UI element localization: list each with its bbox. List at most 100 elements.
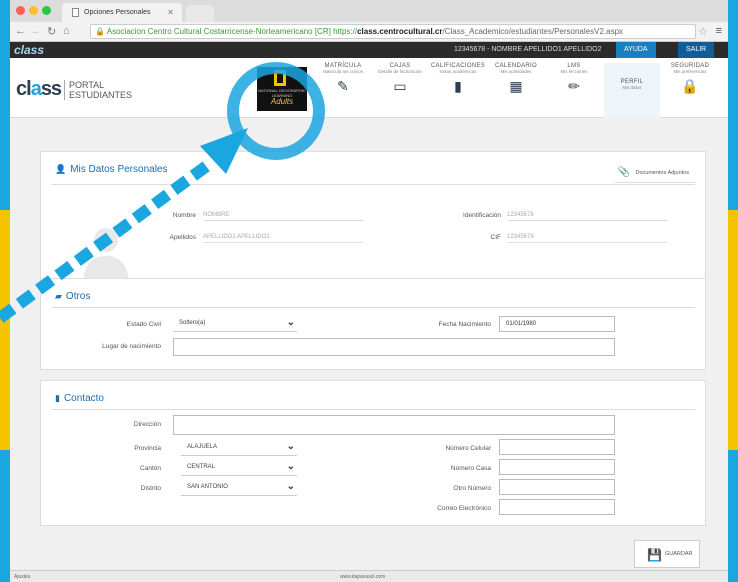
bookmark-star-icon[interactable]: ☆ [698, 25, 708, 38]
canton-label: Cantón [140, 465, 161, 472]
direccion-label: Dirección [133, 421, 161, 428]
minimize-window-button[interactable] [29, 6, 38, 15]
close-tab-icon[interactable]: ✕ [167, 8, 174, 17]
pencil-icon: ✏ [568, 78, 580, 94]
portal-logo[interactable]: class [16, 78, 62, 101]
class-logo[interactable]: class [14, 43, 44, 57]
otro-numero-input[interactable] [499, 479, 615, 495]
fecha-nacimiento-input[interactable]: 01/01/1980 [499, 316, 615, 332]
calendar-icon: ▦ [509, 78, 523, 94]
casa-label: Número Casa [450, 465, 491, 472]
fecha-nacimiento-label: Fecha Nacimiento [438, 321, 491, 328]
canton-value: CENTRAL [187, 464, 216, 470]
contacto-title-text: Contacto [63, 393, 104, 404]
apellidos-label: Apellidos [169, 234, 196, 241]
lock-icon: 🔒 [95, 27, 105, 36]
estado-civil-label: Estado Civil [126, 321, 161, 328]
docs-label: Documentos Adjuntos [635, 170, 689, 176]
url-scheme: https:// [333, 27, 358, 36]
save-button[interactable]: 💾 GUARDAR [634, 540, 700, 568]
estado-civil-select[interactable]: Soltero(a) ⌄ [173, 316, 297, 332]
footer-settings[interactable]: Ajustes [14, 574, 30, 580]
edit-icon: ✎ [337, 78, 349, 94]
chevron-down-icon: ⌄ [286, 441, 295, 452]
celular-label: Número Celular [445, 445, 491, 452]
attached-docs-button[interactable]: 📎 Documentos Adjuntos [615, 166, 695, 183]
correo-input[interactable] [499, 499, 615, 515]
browser-window: Opciones Personales ✕ ← → ↻ ⌂ 🔒 Asociaci… [10, 0, 728, 582]
class-top-bar: class 12345678 - NOMBRE APELLIDO1 APELLI… [10, 42, 728, 58]
nombre-value: NOMBRE [203, 212, 363, 221]
save-label: GUARDAR [665, 551, 693, 557]
id-value: 12345678 [507, 212, 667, 221]
distrito-label: Distrito [140, 485, 161, 492]
url-field[interactable]: 🔒 Asociacion Centro Cultural Costarricen… [90, 24, 696, 39]
home-icon[interactable]: ⌂ [63, 25, 70, 37]
book-icon: ▮ [55, 393, 60, 403]
browser-menu-icon[interactable]: ≡ [716, 25, 722, 37]
direccion-input[interactable] [173, 415, 615, 435]
main-content: 👤 Mis Datos Personales 📎 Documentos Adjun… [10, 118, 728, 570]
save-disk-icon: 💾 [647, 548, 662, 562]
help-button[interactable]: AYUDA [616, 42, 656, 58]
url-path: /Class_Academico/estudiantes/PersonalesV… [442, 27, 624, 36]
back-icon[interactable]: ← [15, 25, 26, 37]
logout-button[interactable]: SALIR [678, 42, 715, 58]
tab-bar: Opciones Personales ✕ [10, 0, 728, 22]
otros-title-text: Otros [65, 291, 91, 302]
otros-title: ▰ Otros [55, 291, 90, 302]
card-icon: ▭ [393, 78, 407, 94]
contacto-panel: ▮ Contacto Dirección Provincia ALAJUELA ⌄… [40, 380, 706, 526]
menu-seguridad[interactable]: SEGURIDAD Mis preferencias 🔒 [662, 63, 718, 95]
chevron-down-icon: ⌄ [286, 481, 295, 492]
menu-sub: Notas académicas [439, 69, 477, 74]
apellidos-value: APELLIDO1 APELLIDO2 [203, 234, 363, 243]
menu-sub: Mis preferencias [673, 69, 707, 74]
footer-bar: Ajustes www.itapavasol.com [10, 570, 728, 582]
forward-icon[interactable]: → [30, 25, 41, 37]
celular-input[interactable] [499, 439, 615, 455]
lugar-nacimiento-label: Lugar de nacimiento [102, 343, 161, 350]
provincia-select[interactable]: ALAJUELA ⌄ [181, 440, 297, 456]
id-label: Identificación [463, 212, 501, 219]
reload-icon[interactable]: ↻ [47, 25, 56, 38]
book-icon: ▮ [454, 78, 462, 94]
menu-calendario[interactable]: CALENDARIO Mis actividades ▦ [488, 63, 544, 95]
correo-label: Correo Electrónico [437, 505, 491, 512]
url-secure-label: Asociacion Centro Cultural Costarricense… [106, 27, 331, 36]
menu-matricula[interactable]: MATRÍCULA Matricula tus cursos ✎ [315, 63, 371, 95]
url-host: class.centrocultural.cr [357, 27, 443, 36]
otros-panel: ▰ Otros Estado Civil Soltero(a) ⌄ Fecha N… [40, 278, 706, 370]
user-info: 12345678 - NOMBRE APELLIDO1 APELLIDO2 [454, 46, 602, 53]
menu-perfil[interactable]: PERFIL Mis datos [604, 63, 660, 118]
estado-civil-value: Soltero(a) [179, 320, 206, 326]
lugar-nacimiento-input[interactable] [173, 338, 615, 356]
tab-opciones-personales[interactable]: Opciones Personales ✕ [62, 3, 182, 22]
paperclip-icon: 📎 [617, 167, 630, 178]
folder-icon: ▰ [55, 291, 62, 301]
portal-line1: PORTAL [69, 80, 105, 90]
menu-cajas[interactable]: CAJAS Detalle de facturación ▭ [372, 63, 428, 95]
contacto-title: ▮ Contacto [55, 393, 104, 404]
canton-select[interactable]: CENTRAL ⌄ [181, 460, 297, 476]
otro-numero-label: Otro Número [453, 485, 491, 492]
portal-title: PORTAL ESTUDIANTES [64, 80, 132, 100]
provincia-value: ALAJUELA [187, 444, 218, 450]
personal-title: 👤 Mis Datos Personales [55, 164, 167, 175]
menu-lms[interactable]: LMS Mis lecciones ✏ [546, 63, 602, 95]
close-window-button[interactable] [16, 6, 25, 15]
personal-data-panel: 👤 Mis Datos Personales 📎 Documentos Adjun… [40, 151, 706, 291]
new-tab-button[interactable] [186, 5, 214, 22]
avatar-placeholder [83, 228, 129, 282]
distrito-select[interactable]: SAN ANTONIO ⌄ [181, 480, 297, 496]
distrito-value: SAN ANTONIO [187, 484, 228, 490]
address-bar: ← → ↻ ⌂ 🔒 Asociacion Centro Cultural Cos… [10, 22, 728, 42]
maximize-window-button[interactable] [42, 6, 51, 15]
menu-sub: Mis actividades [500, 69, 532, 74]
casa-input[interactable] [499, 459, 615, 475]
footer-url: www.itapavasol.com [340, 574, 386, 580]
page-icon [72, 8, 79, 17]
menu-calificaciones[interactable]: CALIFICACIONES Notas académicas ▮ [430, 63, 486, 95]
provincia-label: Provincia [134, 445, 161, 452]
cif-value: 12345678 [507, 234, 667, 243]
